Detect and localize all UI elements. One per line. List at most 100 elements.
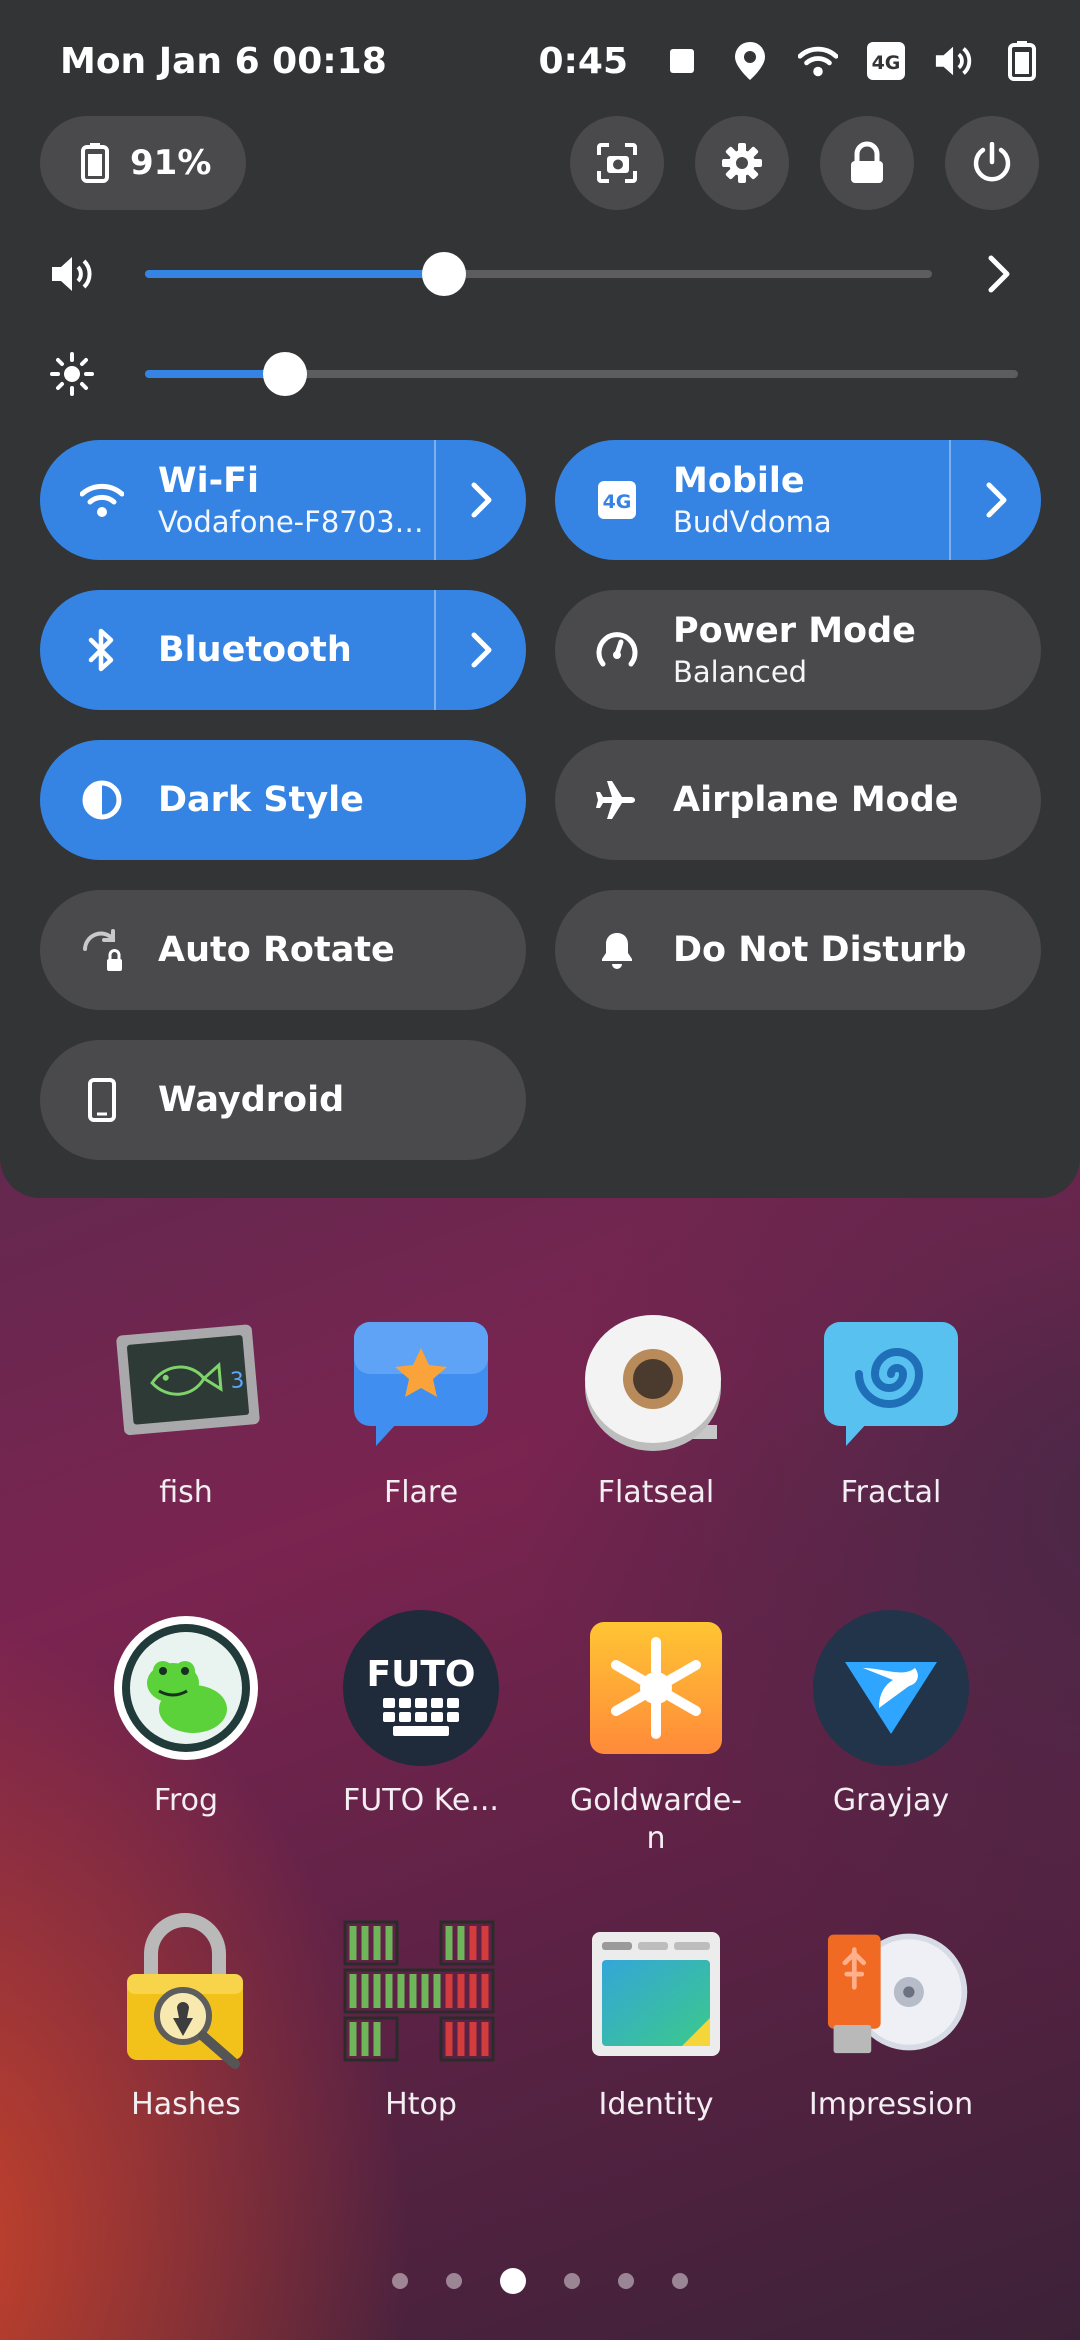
fractal-icon: [811, 1300, 971, 1460]
rotate-lock-icon: [76, 924, 128, 976]
volume-output-chevron-icon[interactable]: [985, 250, 1013, 298]
tile-dark-style[interactable]: Dark Style: [40, 740, 526, 860]
goldwarden-icon: [576, 1608, 736, 1768]
page-dot[interactable]: [392, 2273, 408, 2289]
identity-icon: [576, 1912, 736, 2072]
page-indicator: [0, 2268, 1080, 2294]
tile-dark-style-title: Dark Style: [158, 780, 364, 820]
battery-indicator[interactable]: 91%: [40, 116, 246, 210]
airplane-icon: [591, 774, 643, 826]
app-label: Frog: [153, 1783, 219, 1818]
volume-icon: [934, 41, 974, 81]
lock-button[interactable]: [820, 116, 914, 210]
tile-power-mode-title: Power Mode: [673, 611, 916, 651]
futo-icon-text: FUTO: [367, 1654, 476, 1695]
tile-wifi-subtitle: Vodafone-F87037...: [158, 505, 434, 539]
tile-airplane-mode[interactable]: Airplane Mode: [555, 740, 1041, 860]
tile-airplane-mode-title: Airplane Mode: [673, 780, 959, 820]
volume-slider[interactable]: [145, 252, 932, 296]
app-label: FUTO Ke...: [343, 1783, 499, 1818]
app-label: Impression: [808, 2087, 974, 2122]
app-label: Hashes: [131, 2087, 241, 2122]
impression-icon: [811, 1912, 971, 2072]
tile-bluetooth[interactable]: Bluetooth: [40, 590, 526, 710]
app-label: Goldwarde- n: [569, 1783, 743, 1856]
app-grayjay[interactable]: Grayjay: [773, 1608, 1009, 1820]
location-icon: [730, 41, 770, 81]
page-dot[interactable]: [564, 2273, 580, 2289]
power-mode-icon: [591, 624, 643, 676]
page-dot[interactable]: [446, 2273, 462, 2289]
app-htop[interactable]: Htop: [303, 1912, 539, 2124]
power-button[interactable]: [945, 116, 1039, 210]
page-dot[interactable]: [618, 2273, 634, 2289]
4g-icon: 4G: [591, 474, 643, 526]
tile-auto-rotate-title: Auto Rotate: [158, 930, 395, 970]
power-icon: [971, 142, 1013, 184]
app-fractal[interactable]: Fractal: [773, 1300, 1009, 1512]
htop-icon: [341, 1912, 501, 2072]
brightness-slider-row: [50, 344, 1040, 404]
brightness-icon: [50, 352, 94, 396]
app-flatseal[interactable]: Flatseal: [538, 1300, 774, 1512]
tile-mobile[interactable]: 4G Mobile BudVdoma: [555, 440, 1041, 560]
tile-auto-rotate[interactable]: Auto Rotate: [40, 890, 526, 1010]
bluetooth-icon: [76, 624, 128, 676]
screenshot-button[interactable]: [570, 116, 664, 210]
phone-icon: [76, 1074, 128, 1126]
wifi-icon: [798, 41, 838, 81]
wifi-icon: [76, 474, 128, 526]
volume-slider-handle[interactable]: [422, 252, 467, 296]
tile-waydroid[interactable]: Waydroid: [40, 1040, 526, 1160]
page-dot-active[interactable]: [500, 2268, 526, 2294]
svg-text:3: 3: [229, 1368, 245, 1394]
tile-wifi[interactable]: Wi-Fi Vodafone-F87037...: [40, 440, 526, 560]
app-goldwarden[interactable]: Goldwarde- n: [538, 1608, 774, 1858]
futo-keyboard-icon: FUTO: [341, 1608, 501, 1768]
4g-icon: 4G: [866, 41, 906, 81]
screenshot-icon: [595, 141, 639, 185]
volume-slider-row: [50, 244, 1040, 304]
brightness-slider-handle[interactable]: [262, 352, 307, 396]
settings-icon: [720, 141, 764, 185]
settings-button[interactable]: [695, 116, 789, 210]
flare-icon: [341, 1300, 501, 1460]
battery-icon: [1002, 41, 1042, 81]
flatseal-icon: [576, 1300, 736, 1460]
svg-text:4G: 4G: [872, 52, 901, 74]
app-label: Fractal: [840, 1475, 942, 1510]
status-clock: 0:45: [538, 40, 628, 82]
mobile-menu-chevron-icon[interactable]: [949, 440, 1041, 560]
app-impression[interactable]: Impression: [773, 1912, 1009, 2124]
app-label: Identity: [598, 2087, 714, 2122]
tile-do-not-disturb[interactable]: Do Not Disturb: [555, 890, 1041, 1010]
tile-wifi-title: Wi-Fi: [158, 461, 260, 501]
app-identity[interactable]: Identity: [538, 1912, 774, 2124]
dark-style-icon: [76, 774, 128, 826]
volume-icon: [50, 254, 96, 294]
wifi-menu-chevron-icon[interactable]: [434, 440, 526, 560]
tile-power-mode[interactable]: Power Mode Balanced: [555, 590, 1041, 710]
app-futo-keyboard[interactable]: FUTO FUTO Ke...: [303, 1608, 539, 1820]
status-date-time: Mon Jan 6 00:18: [60, 40, 387, 82]
app-fish[interactable]: 3 fish: [68, 1300, 304, 1512]
battery-percent: 91%: [130, 143, 212, 183]
page-dot[interactable]: [672, 2273, 688, 2289]
app-label: Htop: [385, 2087, 457, 2122]
app-hashes[interactable]: Hashes: [68, 1912, 304, 2124]
volume-slider-fill: [145, 270, 445, 278]
tile-mobile-title: Mobile: [673, 461, 805, 501]
tile-mobile-subtitle: BudVdoma: [673, 505, 832, 539]
lock-icon: [849, 141, 885, 185]
app-frog[interactable]: Frog: [68, 1608, 304, 1820]
tile-power-mode-subtitle: Balanced: [673, 655, 808, 689]
brightness-slider[interactable]: [145, 352, 1018, 396]
tile-bluetooth-title: Bluetooth: [158, 630, 352, 670]
quick-settings-panel: Mon Jan 6 00:18 0:45 4G 91% Wi-Fi Vodafo…: [0, 0, 1080, 1198]
hashes-icon: [106, 1912, 266, 2072]
bluetooth-menu-chevron-icon[interactable]: [434, 590, 526, 710]
battery-icon: [80, 143, 110, 183]
bell-icon: [591, 924, 643, 976]
frog-icon: [106, 1608, 266, 1768]
app-flare[interactable]: Flare: [303, 1300, 539, 1512]
